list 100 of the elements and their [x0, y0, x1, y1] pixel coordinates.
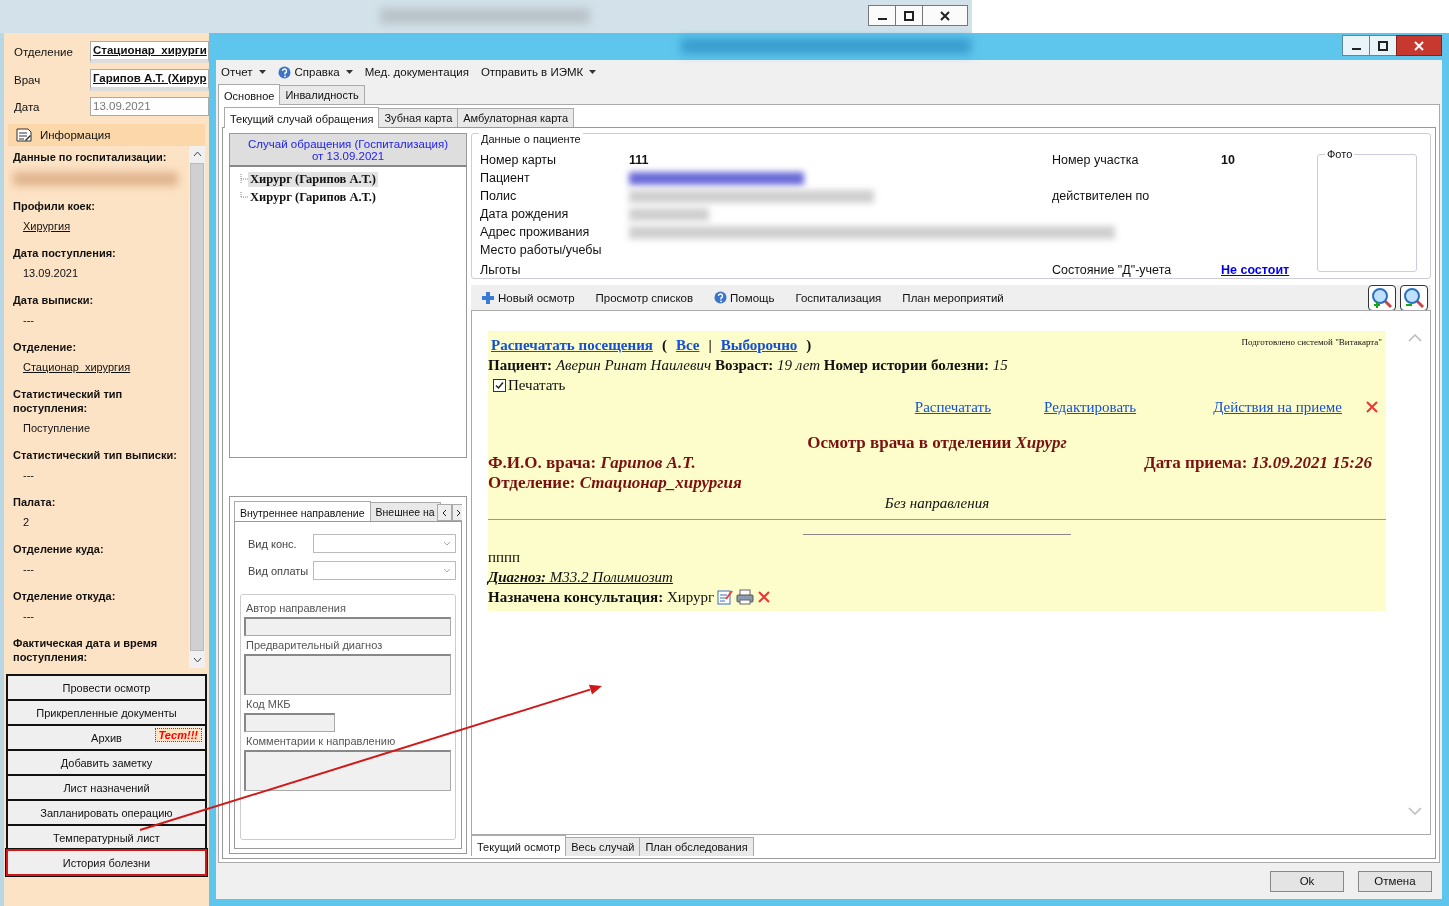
section-header[interactable]: Информация	[8, 124, 205, 146]
dialog-button[interactable]: Ok	[1270, 870, 1344, 892]
action-button[interactable]: Добавить заметку	[6, 749, 207, 776]
help-icon	[277, 65, 291, 79]
info-link[interactable]: Хирургия	[23, 219, 71, 233]
info-heading: Статистический тип поступления:	[13, 387, 124, 415]
minimize-button[interactable]	[1342, 35, 1370, 56]
toolbar-button[interactable]: Помощь	[714, 291, 775, 305]
action-button[interactable]: Лист назначений	[6, 774, 207, 801]
help-icon	[714, 291, 728, 305]
tab[interactable]: Весь случай	[565, 837, 641, 857]
referral-note: Без направления	[883, 494, 991, 514]
info-heading: Статистический тип выписки:	[13, 448, 177, 462]
toolbar-button[interactable]: План мероприятий	[902, 291, 1004, 304]
tab[interactable]: Внешнее на	[369, 502, 441, 522]
chevron-down-icon	[443, 568, 451, 574]
status-link[interactable]: Не состоит	[1221, 263, 1290, 278]
input-field[interactable]	[244, 713, 335, 733]
caret-icon	[589, 70, 597, 75]
info-link[interactable]: Стационар_хирургия	[23, 360, 131, 374]
tab[interactable]: Текущий осмотр	[471, 835, 567, 857]
input-field[interactable]	[244, 617, 451, 637]
info-value: ---	[23, 313, 34, 327]
printer-icon	[736, 589, 755, 606]
visit-date: Дата приема: 13.09.2021 15:26	[1144, 453, 1372, 474]
info-heading: Данные по госпитализации:	[13, 150, 167, 164]
tab[interactable]: Инвалидность	[279, 85, 365, 105]
input-field[interactable]: Гарипов А.Т. (Хирур	[90, 69, 209, 91]
notes-icon	[16, 128, 32, 142]
maximize-button[interactable]	[1369, 35, 1397, 56]
print-link[interactable]: Все	[675, 335, 700, 356]
input-field[interactable]: 13.09.2021	[90, 97, 209, 116]
caret-icon	[345, 70, 353, 75]
credit-text: Подготовлено системой "Витакарта"	[1241, 336, 1383, 350]
separator-text: |	[708, 336, 712, 356]
dialog-button[interactable]: Отмена	[1358, 870, 1432, 892]
action-link[interactable]: Редактировать	[1044, 397, 1137, 418]
scroll-down-icon	[192, 657, 202, 663]
tab[interactable]: Основное	[218, 84, 281, 106]
minimize-icon	[1351, 48, 1361, 50]
chevron-down-icon	[443, 541, 451, 547]
tree-item[interactable]: Хирург (Гарипов А.Т.)	[248, 171, 378, 187]
menu-item[interactable]: Отправить в ИЭМК	[480, 66, 597, 79]
minimize-button[interactable]	[868, 5, 896, 26]
toolbar-button[interactable]: Новый осмотр	[481, 290, 575, 305]
action-link[interactable]: Действия на приеме	[1213, 397, 1342, 418]
minimize-icon	[877, 18, 887, 20]
field-label: Код МКБ	[246, 698, 292, 711]
menu-item[interactable]: Справка	[277, 65, 353, 79]
case-header[interactable]: Случай обращения (Госпитализация) от 13.09.2021	[229, 133, 467, 168]
checkbox[interactable]	[493, 378, 506, 392]
action-button[interactable]: Архив Тест!!!	[6, 724, 207, 751]
action-button[interactable]: Прикрепленные документы	[6, 699, 207, 726]
field-label: Предварительный диагноз	[246, 639, 384, 652]
input-field[interactable]	[244, 750, 451, 792]
close-button[interactable]	[922, 5, 968, 26]
input-field[interactable]: Стационар_хирурги	[90, 41, 209, 63]
patient-info: Пациент: Аверин Ринат Наилевич Возраст: 19 лет Номер истории болезни: 15	[488, 356, 1009, 376]
tab[interactable]: План обследования	[639, 837, 754, 857]
tab[interactable]: Внутреннее направление	[234, 501, 371, 522]
field-value: 10	[1221, 153, 1235, 168]
action-button[interactable]: История болезни	[6, 849, 207, 876]
toolbar-button[interactable]: Госпитализация	[795, 291, 882, 304]
section-title: Информация	[40, 129, 111, 141]
tab[interactable]: Зубная карта	[378, 108, 459, 128]
button-label: Запланировать операцию	[40, 806, 173, 819]
info-heading: Фактическая дата и время поступления:	[13, 636, 159, 664]
zoom-out-button[interactable]	[1400, 284, 1428, 311]
action-button[interactable]: Запланировать операцию	[6, 799, 207, 826]
field-label: Место работы/учебы	[480, 243, 603, 258]
case-date: от 13.09.2021	[311, 149, 385, 162]
caret-icon	[258, 70, 266, 75]
tab[interactable]: Амбулаторная карта	[457, 108, 575, 128]
scrollbar[interactable]	[189, 146, 205, 668]
action-link[interactable]: Распечатать	[914, 397, 991, 418]
input-field[interactable]	[244, 654, 451, 696]
scroll-down-icon	[1408, 807, 1422, 817]
tree-item[interactable]: Хирург (Гарипов А.Т.)	[248, 189, 378, 205]
info-heading: Отделение куда:	[13, 542, 104, 556]
plus-icon	[481, 290, 495, 305]
exam-title: Осмотр врача в отделении Хирург	[806, 433, 1068, 454]
scroll-right-button[interactable]	[451, 504, 462, 522]
close-button[interactable]	[1396, 35, 1442, 56]
print-link[interactable]: Распечатать посещения	[491, 335, 653, 356]
print-link[interactable]: Выборочно	[720, 335, 798, 356]
maximize-button[interactable]	[895, 5, 923, 26]
zoom-in-button[interactable]	[1368, 284, 1396, 311]
field-label: Дата рождения	[480, 207, 570, 222]
field-label: Полис	[480, 189, 518, 204]
field-label: Автор направления	[246, 602, 347, 615]
field-label: Адрес проживания	[480, 225, 591, 240]
menu-item[interactable]: Отчет	[221, 66, 266, 79]
menu-item[interactable]: Мед. документация	[364, 66, 469, 79]
action-button[interactable]: Провести осмотр	[6, 674, 207, 701]
separator-text: (	[661, 336, 667, 356]
toolbar-button[interactable]: Просмотр списков	[595, 291, 694, 304]
field-label: Врач	[14, 74, 42, 86]
button-label: Температурный лист	[53, 831, 160, 844]
scroll-thumb[interactable]	[190, 163, 204, 651]
tab[interactable]: Текущий случай обращения	[224, 107, 380, 129]
